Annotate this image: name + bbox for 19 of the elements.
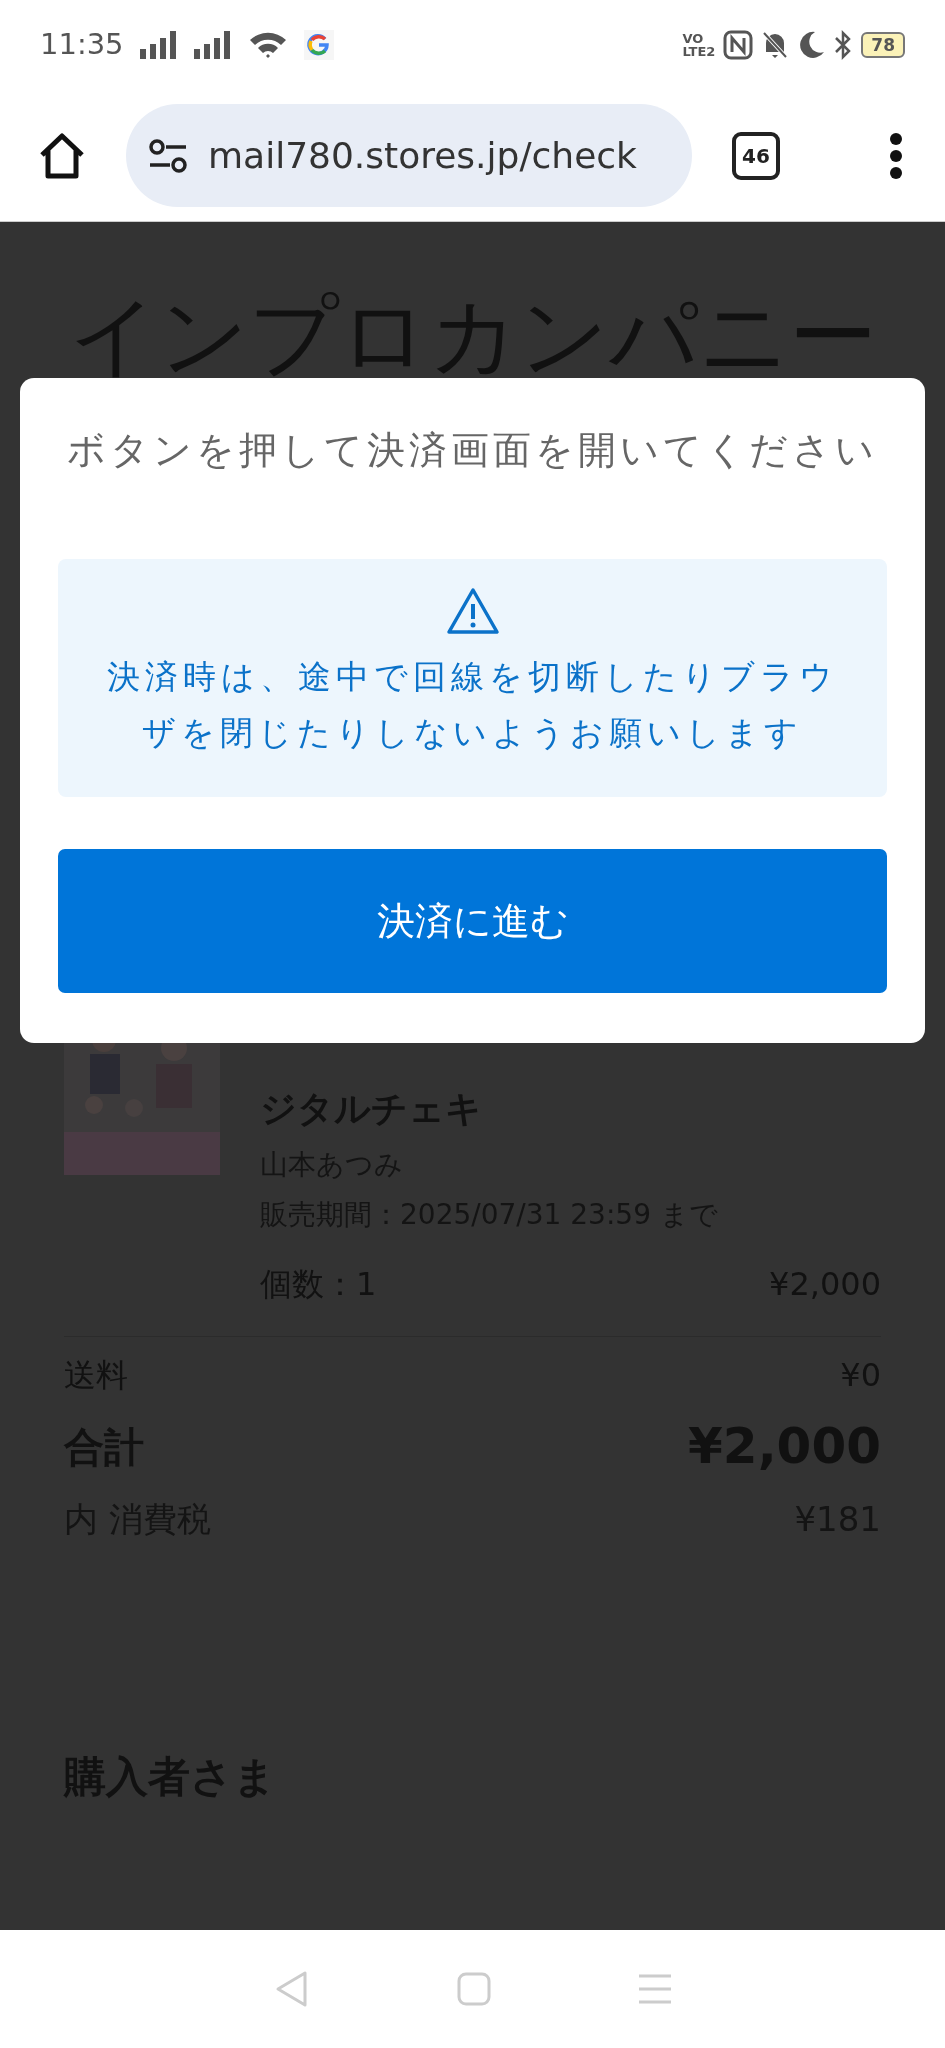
moon-icon [797, 30, 826, 60]
tab-count-button[interactable]: 46 [732, 131, 780, 180]
home-icon[interactable] [38, 132, 86, 179]
google-icon [303, 30, 334, 60]
warning-icon [445, 587, 500, 635]
site-settings-icon[interactable] [148, 138, 188, 173]
warning-text: 決済時は、途中で回線を切断したりブラウザを閉じたりしないようお願いします [106, 656, 839, 754]
url-text: mail780.stores.jp/check [208, 133, 637, 178]
dialog-title: ボタンを押して決済画面を開いてください [66, 427, 879, 474]
signal-icon [139, 31, 178, 59]
more-options-icon[interactable] [889, 132, 903, 179]
volte-label: VO LTE2 [682, 32, 716, 58]
clock-time: 11:35 [40, 26, 124, 64]
proceed-payment-button[interactable]: 決済に進む [58, 849, 887, 993]
nfc-icon [723, 30, 754, 60]
signal-icon [193, 31, 232, 59]
muted-bell-icon [761, 30, 790, 60]
address-bar[interactable]: mail780.stores.jp/check [126, 104, 692, 207]
battery-indicator: 78 [861, 32, 905, 58]
